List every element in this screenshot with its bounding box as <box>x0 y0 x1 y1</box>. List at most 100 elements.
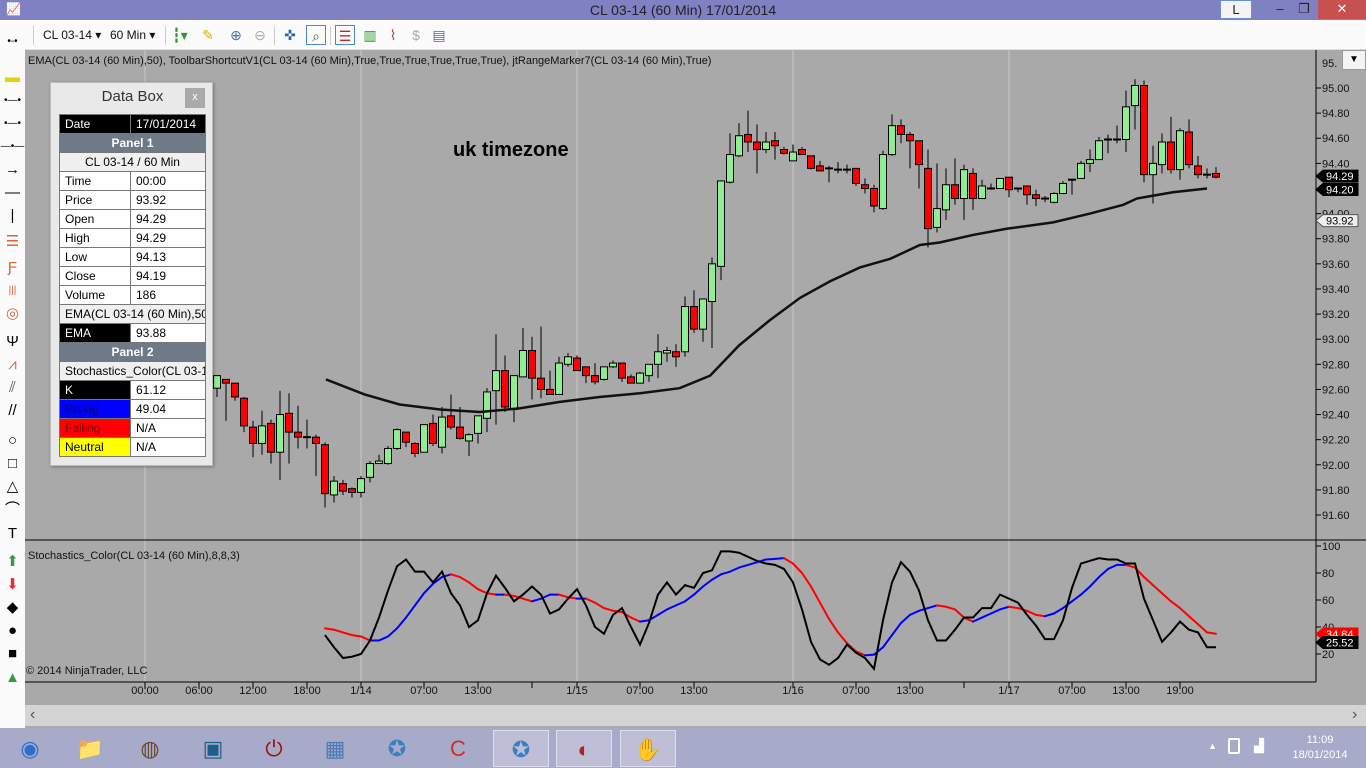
time-tick-label: 07:00 <box>1058 685 1086 697</box>
regression-channel-icon[interactable]: ⫽ <box>0 378 25 398</box>
time-tick-label: 07:00 <box>410 685 438 697</box>
stoch-d-rising-segment <box>972 616 983 623</box>
clock-date: 18/01/2014 <box>1292 749 1348 761</box>
chart-canvas[interactable]: 91.60 91.80 92.00 92.20 92.40 92.60 92.80 93.00… <box>25 50 1366 705</box>
fibonacci-extension-icon[interactable]: Ƒ <box>0 258 25 278</box>
line-marker-icon[interactable]: •-• <box>0 32 25 52</box>
pencil-draw-icon[interactable]: ✎ <box>198 25 218 45</box>
candle-up <box>1050 193 1058 203</box>
pitchfork-icon[interactable]: Ψ <box>0 332 25 352</box>
settings-app-icon[interactable]: ▣ <box>185 730 241 767</box>
chart-options-dropdown[interactable]: ▼ <box>1342 50 1366 70</box>
triangle-icon[interactable]: △ <box>0 477 25 497</box>
stoch-k-line <box>324 550 1216 672</box>
dot-icon[interactable]: ● <box>0 621 25 641</box>
stoch-d-falling-segment <box>594 601 605 610</box>
trend-channel-icon[interactable]: // <box>0 401 25 421</box>
candle-up <box>636 372 644 384</box>
properties-icon[interactable]: ▤ <box>429 25 449 45</box>
horizontal-scrollbar[interactable]: ‹ › <box>25 705 1366 726</box>
ruler-icon[interactable]: ▬ <box>0 68 25 88</box>
arrow-down-icon[interactable]: ⬇ <box>0 575 25 595</box>
candle-up <box>1059 182 1067 195</box>
bar-chart-icon[interactable]: ▥ <box>360 25 380 45</box>
stoch-row: Neutral N/A <box>59 437 206 457</box>
battery-icon[interactable] <box>1228 738 1240 754</box>
zoom-in-icon[interactable]: ⊕ <box>226 25 246 45</box>
ninjatrader-icon[interactable]: ◐ <box>556 730 612 767</box>
candle-up <box>717 180 725 267</box>
andrews-pitchfork-icon[interactable]: ☰ <box>0 232 25 252</box>
line-icon[interactable]: •—• <box>0 91 25 111</box>
calculator-icon[interactable]: ▦ <box>307 730 363 767</box>
ema-header-label: EMA(CL 03-14 (60 Min),50 <box>59 304 206 324</box>
data-box-table: Date 17/01/2014 Panel 1 CL 03-14 / 60 Min Ti… <box>59 114 206 457</box>
ellipse-icon[interactable]: ○ <box>0 431 25 451</box>
candle-up <box>492 370 500 392</box>
scroll-right-button[interactable]: › <box>1352 706 1357 724</box>
indicator-chart-icon[interactable]: ⌇ <box>383 25 403 45</box>
extended-line-icon[interactable]: —•— <box>0 137 25 157</box>
vertical-line-icon[interactable]: | <box>0 206 25 226</box>
candle-up <box>375 460 383 465</box>
taskbar-clock[interactable]: 11:09 18/01/2014 <box>1280 733 1360 763</box>
arc-icon[interactable]: ⌒ <box>0 500 25 520</box>
tray-show-hidden-icon[interactable]: ▲ <box>1208 741 1217 751</box>
stoch-d-falling-segment <box>459 576 470 584</box>
diamond-icon[interactable]: ◆ <box>0 598 25 618</box>
candle-down <box>897 125 905 135</box>
candle-up <box>1131 84 1139 107</box>
horizontal-line-icon[interactable]: — <box>0 183 25 203</box>
speaker-app-icon[interactable]: ◍ <box>122 730 178 767</box>
stoch-d-falling-segment <box>324 627 335 631</box>
dollar-icon[interactable]: $ <box>406 25 426 45</box>
arrow-line-icon[interactable]: → <box>0 160 25 180</box>
network-signal-icon[interactable]: ▟ <box>1254 738 1264 754</box>
restore-button[interactable]: ❐ <box>1290 0 1318 19</box>
series-row: CL 03-14 / 60 Min <box>59 152 206 172</box>
safari-icon-2[interactable]: ✪ <box>493 730 549 767</box>
interval-selector[interactable]: 60 Min ▾ <box>110 26 155 46</box>
l-button[interactable]: L <box>1220 0 1252 19</box>
order-panel-icon[interactable]: ☰ <box>335 25 355 45</box>
arrow-up-icon[interactable]: ⬆ <box>0 552 25 572</box>
stoch-d-rising-segment <box>684 593 695 603</box>
instrument-selector[interactable]: CL 03-14 ▾ <box>43 26 101 46</box>
hand-tool-icon[interactable]: ✋ <box>620 730 676 767</box>
candle-up <box>276 414 284 453</box>
series-label: CL 03-14 / 60 Min <box>59 152 206 172</box>
ray-icon[interactable]: •—• <box>0 114 25 134</box>
data-box[interactable]: Data Box x Date 17/01/2014 Panel 1 CL 03-14… <box>50 82 213 466</box>
zoom-box-icon[interactable]: ⌕ <box>306 25 326 45</box>
price-tick-label: 94.80 <box>1322 108 1350 120</box>
instrument-label: CL 03-14 <box>43 28 92 42</box>
time-tick-label: 18:00 <box>293 685 321 697</box>
rectangle-icon[interactable]: □ <box>0 454 25 474</box>
candlestick-style-icon[interactable]: ┇▾ <box>170 25 190 45</box>
fibonacci-time-icon[interactable]: ||| <box>0 281 25 301</box>
square-icon[interactable]: ■ <box>0 644 25 664</box>
candle-up <box>1095 140 1103 161</box>
data-box-close-button[interactable]: x <box>185 88 205 108</box>
power-app-icon[interactable]: ⏻ <box>246 730 302 767</box>
panel2-label: Panel 2 <box>59 342 206 362</box>
candle-down <box>906 133 914 142</box>
close-button[interactable]: ✕ <box>1318 0 1366 19</box>
fibonacci-circle-icon[interactable]: ◎ <box>0 304 25 324</box>
stoch-row-value: 61.12 <box>130 380 206 400</box>
data-row: Low 94.13 <box>59 247 206 267</box>
scroll-left-button[interactable]: ‹ <box>30 706 35 724</box>
crosshair-icon[interactable]: ✜ <box>280 25 300 45</box>
price-tick-label: 94.40 <box>1322 158 1350 170</box>
zoom-out-icon[interactable]: ⊖ <box>250 25 270 45</box>
text-icon[interactable]: T <box>0 524 25 544</box>
triangle-up-icon[interactable]: ▲ <box>0 668 25 688</box>
start-orb-icon[interactable]: ◉ <box>2 730 58 767</box>
file-explorer-icon[interactable]: 📁 <box>62 730 118 767</box>
chart-text-annotation[interactable]: uk timezone <box>453 139 569 162</box>
row-label: Low <box>59 247 131 267</box>
gann-fan-icon[interactable]: ⩘ <box>0 355 25 375</box>
ccleaner-icon[interactable]: C <box>430 730 486 767</box>
candle-up <box>708 263 716 303</box>
safari-icon[interactable]: ✪ <box>369 730 425 767</box>
